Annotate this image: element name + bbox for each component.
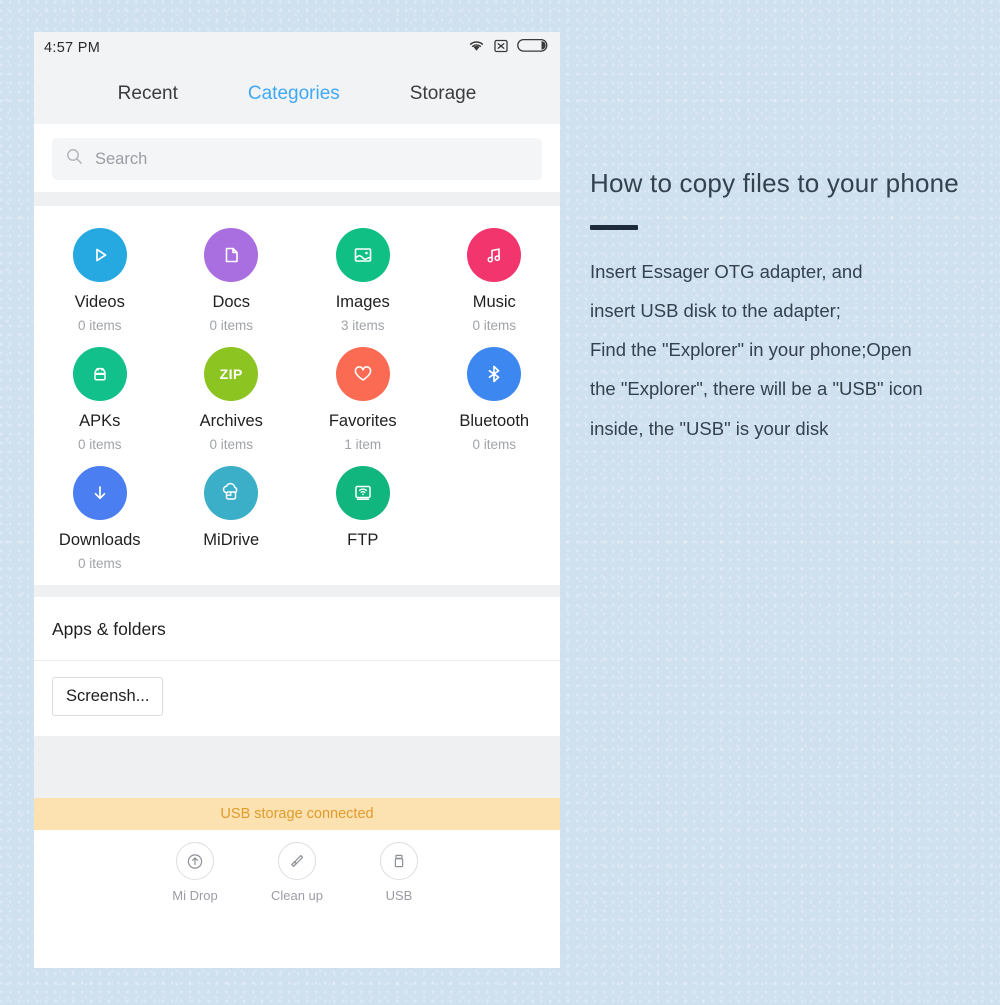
category-label: Bluetooth	[459, 411, 530, 430]
instruction-line: inside, the "USB" is your disk	[590, 417, 829, 439]
instruction-line: Find the "Explorer" in your phone;Open	[590, 339, 912, 361]
categories-grid: Videos 0 items Docs 0 items Images 3 ite…	[34, 224, 560, 571]
category-label: Downloads	[58, 530, 141, 549]
no-sim-icon	[494, 39, 508, 58]
category-ftp[interactable]: FTP	[297, 462, 429, 571]
category-label: Videos	[74, 293, 125, 311]
category-label: Docs	[212, 293, 251, 311]
usb-status-banner: USB storage connected	[34, 797, 560, 830]
category-videos[interactable]: Videos 0 items	[34, 224, 166, 333]
apps-folders-list: Screensh...	[34, 660, 560, 736]
ftp-wifi-icon	[335, 465, 390, 520]
categories-card: Videos 0 items Docs 0 items Images 3 ite…	[34, 206, 560, 585]
category-favorites[interactable]: Favorites 1 item	[297, 343, 429, 452]
title-accent-rule	[590, 225, 638, 230]
status-bar-clock: 4:57 PM	[44, 40, 101, 56]
category-count: 0 items	[472, 436, 516, 452]
toolbar-label: USB	[385, 887, 413, 903]
status-bar: 4:57 PM	[34, 32, 560, 64]
toolbar-usb[interactable]: USB	[364, 841, 434, 903]
section-spacer-top	[34, 192, 560, 206]
download-icon	[72, 465, 127, 520]
category-count: 0 items	[77, 436, 122, 452]
tab-bar: Recent Categories Storage	[34, 64, 560, 124]
tab-categories[interactable]: Categories	[248, 83, 340, 105]
category-midrive[interactable]: MiDrive	[166, 462, 298, 571]
cloud-box-icon	[204, 465, 259, 520]
tab-recent[interactable]: Recent	[118, 83, 178, 105]
instructions-title: How to copy files to your phone	[590, 168, 959, 198]
category-bluetooth[interactable]: Bluetooth 0 items	[429, 343, 561, 452]
instructions-body: Insert Essager OTG adapter, and insert U…	[590, 260, 980, 440]
document-icon	[204, 228, 259, 282]
wifi-icon	[468, 39, 485, 57]
category-images[interactable]: Images 3 items	[297, 224, 429, 333]
search-area: Search	[34, 124, 560, 192]
category-archives[interactable]: ZIP Archives 0 items	[166, 343, 298, 452]
instructions-panel: How to copy files to your phone Insert E…	[590, 168, 980, 456]
image-icon	[335, 228, 390, 282]
category-count: 0 items	[77, 555, 122, 571]
category-label: Images	[335, 293, 390, 311]
category-label: APKs	[79, 411, 121, 430]
status-bar-icons	[468, 38, 548, 58]
toolbar-clean-up[interactable]: Clean up	[262, 841, 332, 903]
zip-label: ZIP	[219, 365, 243, 382]
folder-chip-screenshots[interactable]: Screensh...	[52, 676, 164, 716]
brush-icon	[278, 841, 316, 880]
music-note-icon	[467, 228, 522, 282]
section-divider	[34, 584, 560, 597]
toolbar-mi-drop[interactable]: Mi Drop	[160, 841, 230, 903]
apps-folders-title: Apps & folders	[34, 596, 560, 661]
phone-screenshot-panel: 4:57 PM Recent Categories Storage Search…	[34, 32, 560, 968]
instruction-line: insert USB disk to the adapter;	[590, 300, 841, 322]
category-apks[interactable]: APKs 0 items	[34, 343, 166, 452]
category-count: 0 items	[77, 317, 122, 333]
instruction-line: Insert Essager OTG adapter, and	[590, 261, 863, 282]
category-empty-slot	[429, 462, 561, 571]
category-label: FTP	[347, 530, 379, 549]
search-input[interactable]: Search	[52, 138, 542, 180]
tab-storage[interactable]: Storage	[410, 83, 477, 105]
upload-circle-icon	[176, 841, 214, 880]
play-icon	[72, 228, 127, 282]
bottom-grey-gap	[34, 735, 560, 798]
category-count: 1 item	[344, 436, 382, 452]
search-icon	[66, 148, 83, 170]
category-docs[interactable]: Docs 0 items	[166, 224, 298, 333]
category-count: 0 items	[209, 436, 253, 452]
zip-icon: ZIP	[204, 346, 259, 401]
bottom-toolbar: Mi Drop Clean up USB	[34, 829, 560, 908]
category-count: 0 items	[472, 317, 516, 333]
heart-icon	[335, 346, 390, 401]
toolbar-label: Clean up	[270, 887, 324, 903]
search-placeholder: Search	[95, 149, 148, 168]
category-count: 0 items	[209, 317, 253, 333]
category-music[interactable]: Music 0 items	[429, 224, 561, 333]
toolbar-label: Mi Drop	[172, 887, 218, 903]
instruction-line: the "Explorer", there will be a "USB" ic…	[590, 378, 923, 400]
category-label: Music	[472, 293, 516, 311]
bluetooth-icon	[467, 346, 522, 401]
category-label: Favorites	[328, 411, 397, 430]
usb-drive-icon	[380, 841, 418, 880]
android-icon	[72, 346, 127, 401]
category-count: 3 items	[340, 317, 385, 333]
category-label: MiDrive	[203, 530, 260, 549]
battery-icon	[517, 38, 548, 58]
category-downloads[interactable]: Downloads 0 items	[34, 462, 166, 571]
category-label: Archives	[199, 411, 263, 430]
